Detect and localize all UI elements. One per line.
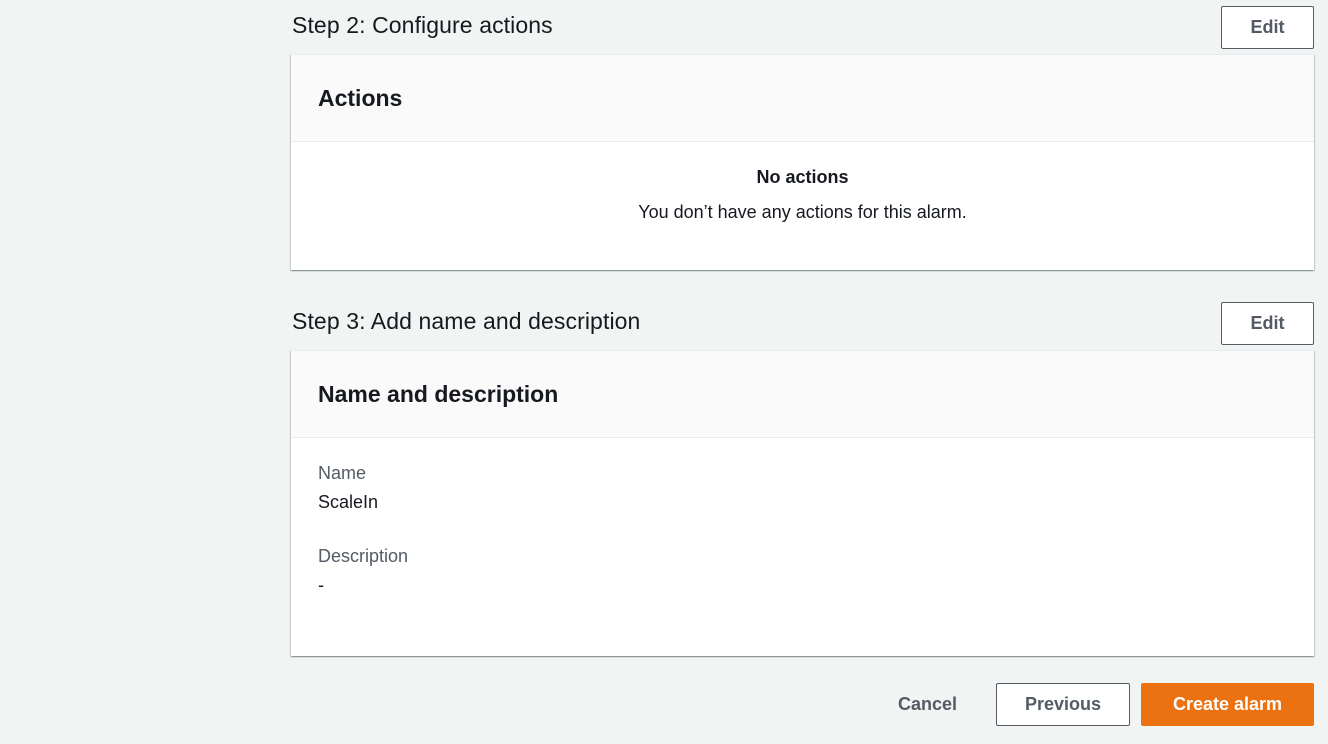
description-field-value: - — [318, 575, 324, 595]
empty-state-title: No actions — [756, 167, 849, 187]
empty-state-description: You don’t have any actions for this alar… — [638, 202, 967, 222]
wizard-review-content: Step 2: Configure actions Edit Actions N… — [291, 0, 1314, 656]
previous-button[interactable]: Previous — [996, 683, 1130, 726]
create-alarm-button[interactable]: Create alarm — [1141, 683, 1314, 726]
step-2-edit-button[interactable]: Edit — [1221, 6, 1314, 49]
step-3-header: Step 3: Add name and description Edit — [291, 302, 1314, 356]
actions-panel: Actions No actions You don’t have any ac… — [291, 54, 1314, 270]
step-2-section: Step 2: Configure actions Edit Actions N… — [291, 0, 1314, 270]
step-3-edit-button[interactable]: Edit — [1221, 302, 1314, 345]
name-description-body: Name ScaleIn Description - — [291, 438, 1314, 656]
actions-panel-header: Actions — [291, 55, 1314, 142]
wizard-footer: Cancel Previous Create alarm — [878, 683, 1314, 726]
name-field-label: Name — [318, 463, 367, 483]
step-3-title: Step 3: Add name and description — [292, 308, 641, 334]
step-3-section: Step 3: Add name and description Edit Na… — [291, 302, 1314, 656]
step-2-header: Step 2: Configure actions Edit — [291, 0, 1314, 54]
description-field-label: Description — [318, 546, 409, 566]
step-2-title: Step 2: Configure actions — [292, 12, 553, 38]
name-description-panel: Name and description Name ScaleIn Descri… — [291, 350, 1314, 656]
name-field-value: ScaleIn — [318, 492, 379, 512]
description-field: Description - — [318, 546, 1287, 596]
name-description-panel-header: Name and description — [291, 351, 1314, 438]
name-field: Name ScaleIn — [318, 463, 1287, 513]
actions-empty-state: No actions You don’t have any actions fo… — [291, 142, 1314, 270]
cancel-button[interactable]: Cancel — [878, 683, 977, 726]
name-description-panel-title: Name and description — [318, 380, 559, 407]
actions-panel-title: Actions — [318, 84, 403, 111]
